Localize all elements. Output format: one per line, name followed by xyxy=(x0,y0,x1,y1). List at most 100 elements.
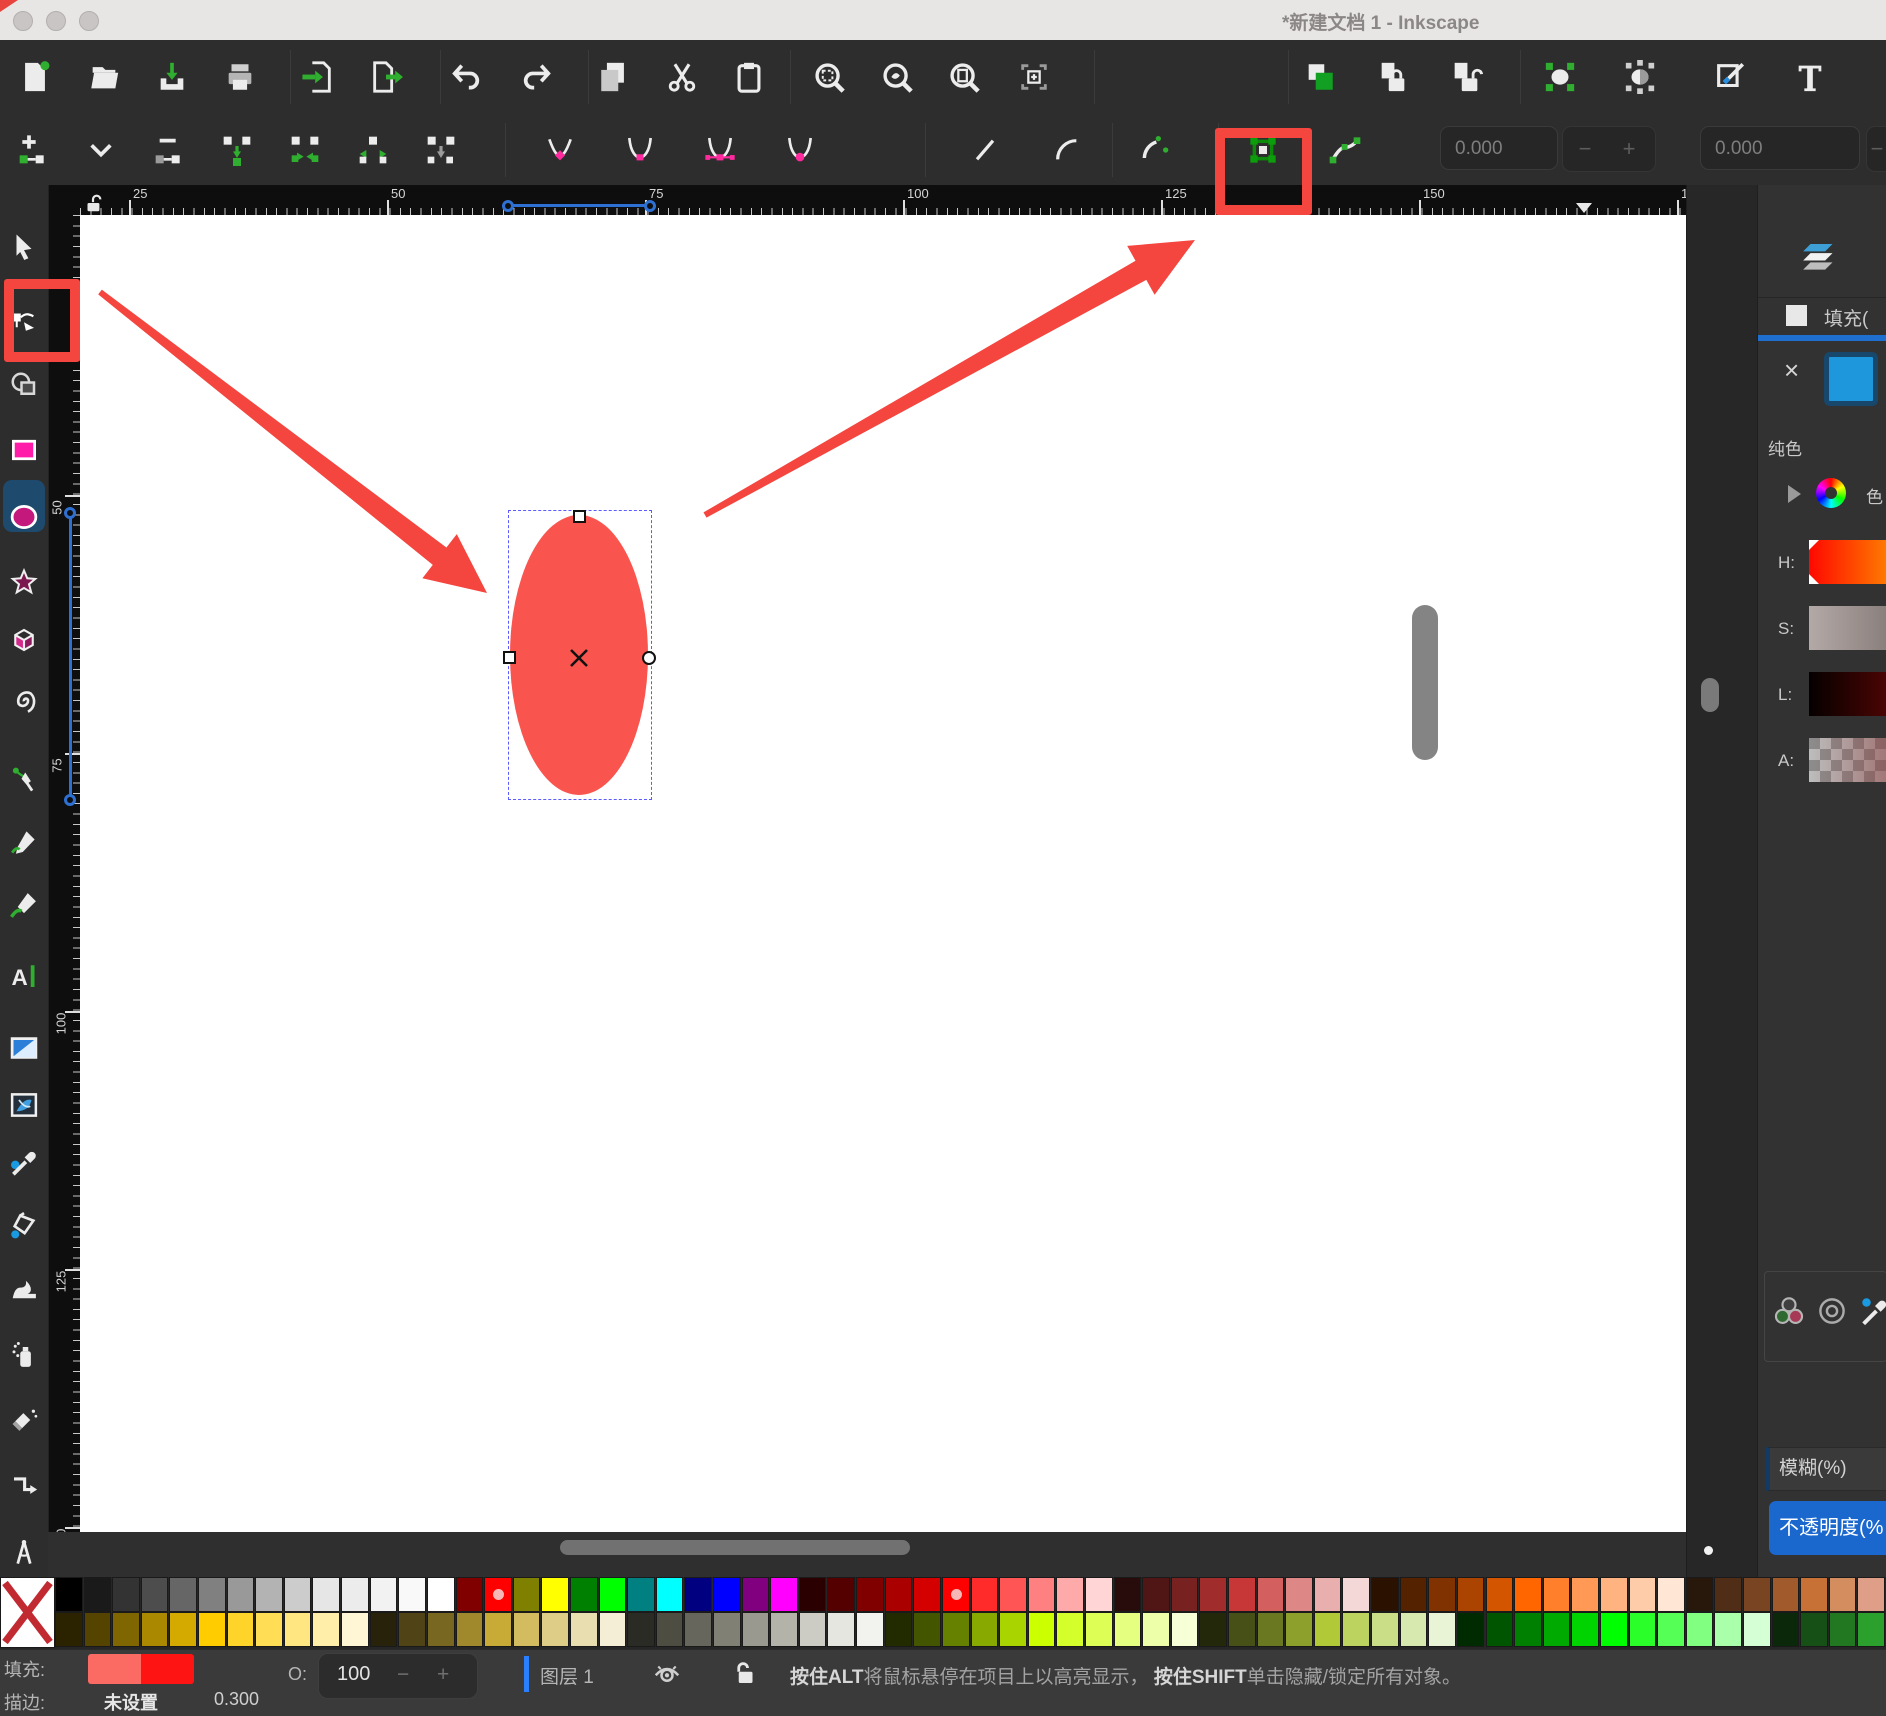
palette-swatch[interactable] xyxy=(370,1577,398,1612)
dropper-tool-tool-button[interactable] xyxy=(4,1143,44,1183)
rgb-circles-icon[interactable] xyxy=(1772,1294,1806,1328)
palette-swatch[interactable] xyxy=(1085,1577,1113,1612)
x-coordinate-input[interactable]: 0.000 xyxy=(1440,126,1558,170)
palette-swatch[interactable] xyxy=(141,1577,169,1612)
palette-swatch[interactable] xyxy=(971,1612,999,1647)
hue-slider[interactable] xyxy=(1809,540,1886,584)
cut-icon[interactable] xyxy=(660,55,704,99)
palette-swatch[interactable] xyxy=(427,1577,455,1612)
vertical-ruler[interactable]: 5075100125150 xyxy=(48,215,80,1532)
opacity-value[interactable]: 100 xyxy=(337,1663,370,1686)
zoom-page-icon[interactable] xyxy=(942,55,986,99)
palette-swatch[interactable] xyxy=(1457,1577,1485,1612)
palette-swatch[interactable] xyxy=(1857,1577,1885,1612)
new-document-icon[interactable] xyxy=(13,55,57,99)
delete-segment-icon[interactable] xyxy=(419,128,463,172)
palette-swatch[interactable] xyxy=(1342,1612,1370,1647)
layer-selector[interactable]: 图层 1 xyxy=(540,1662,594,1689)
palette-swatch[interactable] xyxy=(999,1612,1027,1647)
hscrollbar-thumb[interactable] xyxy=(560,1540,910,1555)
curve-segment-icon[interactable] xyxy=(1045,128,1089,172)
palette-swatch[interactable] xyxy=(1228,1577,1256,1612)
palette-swatch[interactable] xyxy=(1056,1577,1084,1612)
palette-swatch[interactable] xyxy=(1199,1577,1227,1612)
palette-swatch[interactable] xyxy=(827,1577,855,1612)
zoom-drawing-icon[interactable] xyxy=(875,55,919,99)
palette-swatch[interactable] xyxy=(885,1612,913,1647)
palette-swatch[interactable] xyxy=(1085,1612,1113,1647)
palette-swatch[interactable] xyxy=(312,1612,340,1647)
palette-swatch[interactable] xyxy=(541,1577,569,1612)
group-icon[interactable] xyxy=(1298,55,1342,99)
palette-swatch[interactable] xyxy=(1686,1612,1714,1647)
palette-swatch[interactable] xyxy=(627,1577,655,1612)
palette-swatch[interactable] xyxy=(198,1612,226,1647)
fill-color-indicator[interactable] xyxy=(88,1654,194,1684)
palette-swatch[interactable] xyxy=(198,1577,226,1612)
palette-swatch[interactable] xyxy=(1629,1612,1657,1647)
palette-swatch[interactable] xyxy=(770,1577,798,1612)
opacity-control[interactable]: 不透明度(% xyxy=(1769,1501,1886,1555)
palette-swatch[interactable] xyxy=(1142,1577,1170,1612)
palette-swatch[interactable] xyxy=(1857,1612,1885,1647)
palette-swatch[interactable] xyxy=(1028,1612,1056,1647)
palette-swatch[interactable] xyxy=(1600,1612,1628,1647)
paste-icon[interactable] xyxy=(727,55,771,99)
no-color-swatch[interactable] xyxy=(0,1577,55,1648)
palette-swatch[interactable] xyxy=(1171,1612,1199,1647)
palette-swatch[interactable] xyxy=(484,1612,512,1647)
palette-swatch[interactable] xyxy=(1829,1612,1857,1647)
palette-swatch[interactable] xyxy=(284,1577,312,1612)
palette-swatch[interactable] xyxy=(1629,1577,1657,1612)
ellipse-tool-tool-button[interactable] xyxy=(4,497,44,537)
palette-swatch[interactable] xyxy=(742,1577,770,1612)
x-minus-button[interactable]: − xyxy=(1563,136,1607,162)
layer-visibility-eye-icon[interactable] xyxy=(652,1659,682,1689)
save-icon[interactable] xyxy=(150,55,194,99)
horizontal-ruler[interactable]: 25507510012515017 xyxy=(80,185,1686,215)
palette-swatch[interactable] xyxy=(942,1612,970,1647)
connector-tool-tool-button[interactable] xyxy=(4,1467,44,1507)
palette-swatch[interactable] xyxy=(1686,1577,1714,1612)
palette-swatch[interactable] xyxy=(999,1577,1027,1612)
export-icon[interactable] xyxy=(364,55,408,99)
palette-swatch[interactable] xyxy=(1457,1612,1485,1647)
palette-swatch[interactable] xyxy=(1257,1612,1285,1647)
palette-swatch[interactable] xyxy=(1714,1577,1742,1612)
palette-swatch[interactable] xyxy=(770,1612,798,1647)
palette-swatch[interactable] xyxy=(1114,1577,1142,1612)
palette-swatch[interactable] xyxy=(341,1612,369,1647)
zoom-selection-icon[interactable] xyxy=(807,55,851,99)
redo-icon[interactable] xyxy=(515,55,559,99)
unlock-object-icon[interactable] xyxy=(1444,55,1488,99)
palette-swatch[interactable] xyxy=(1571,1612,1599,1647)
palette-swatch[interactable] xyxy=(684,1612,712,1647)
rectangle-tool-tool-button[interactable] xyxy=(4,430,44,470)
eraser-tool-tool-button[interactable] xyxy=(4,1400,44,1440)
palette-swatch[interactable] xyxy=(971,1577,999,1612)
palette-swatch[interactable] xyxy=(255,1577,283,1612)
symmetric-node-icon[interactable] xyxy=(698,128,742,172)
palette-swatch[interactable] xyxy=(1171,1577,1199,1612)
palette-swatch[interactable] xyxy=(284,1612,312,1647)
smooth-node-icon[interactable] xyxy=(618,128,662,172)
deselect-nodes-icon[interactable] xyxy=(1618,55,1662,99)
palette-swatch[interactable] xyxy=(1028,1577,1056,1612)
palette-swatch[interactable] xyxy=(112,1577,140,1612)
palette-swatch[interactable] xyxy=(484,1577,512,1612)
palette-swatch[interactable] xyxy=(913,1577,941,1612)
top-node-handle[interactable] xyxy=(573,510,586,523)
palette-swatch[interactable] xyxy=(1314,1612,1342,1647)
panel-scrollbar-thumb[interactable] xyxy=(1701,678,1719,712)
palette-swatch[interactable] xyxy=(1199,1612,1227,1647)
calligraphy-tool-tool-button[interactable] xyxy=(4,885,44,925)
palette-swatch[interactable] xyxy=(541,1612,569,1647)
palette-swatch[interactable] xyxy=(1772,1577,1800,1612)
print-icon[interactable] xyxy=(218,55,262,99)
palette-swatch[interactable] xyxy=(856,1577,884,1612)
palette-swatch[interactable] xyxy=(255,1612,283,1647)
lightness-slider[interactable] xyxy=(1809,672,1886,716)
palette-swatch[interactable] xyxy=(799,1612,827,1647)
center-x-mark[interactable] xyxy=(569,648,589,668)
palette-swatch[interactable] xyxy=(684,1577,712,1612)
